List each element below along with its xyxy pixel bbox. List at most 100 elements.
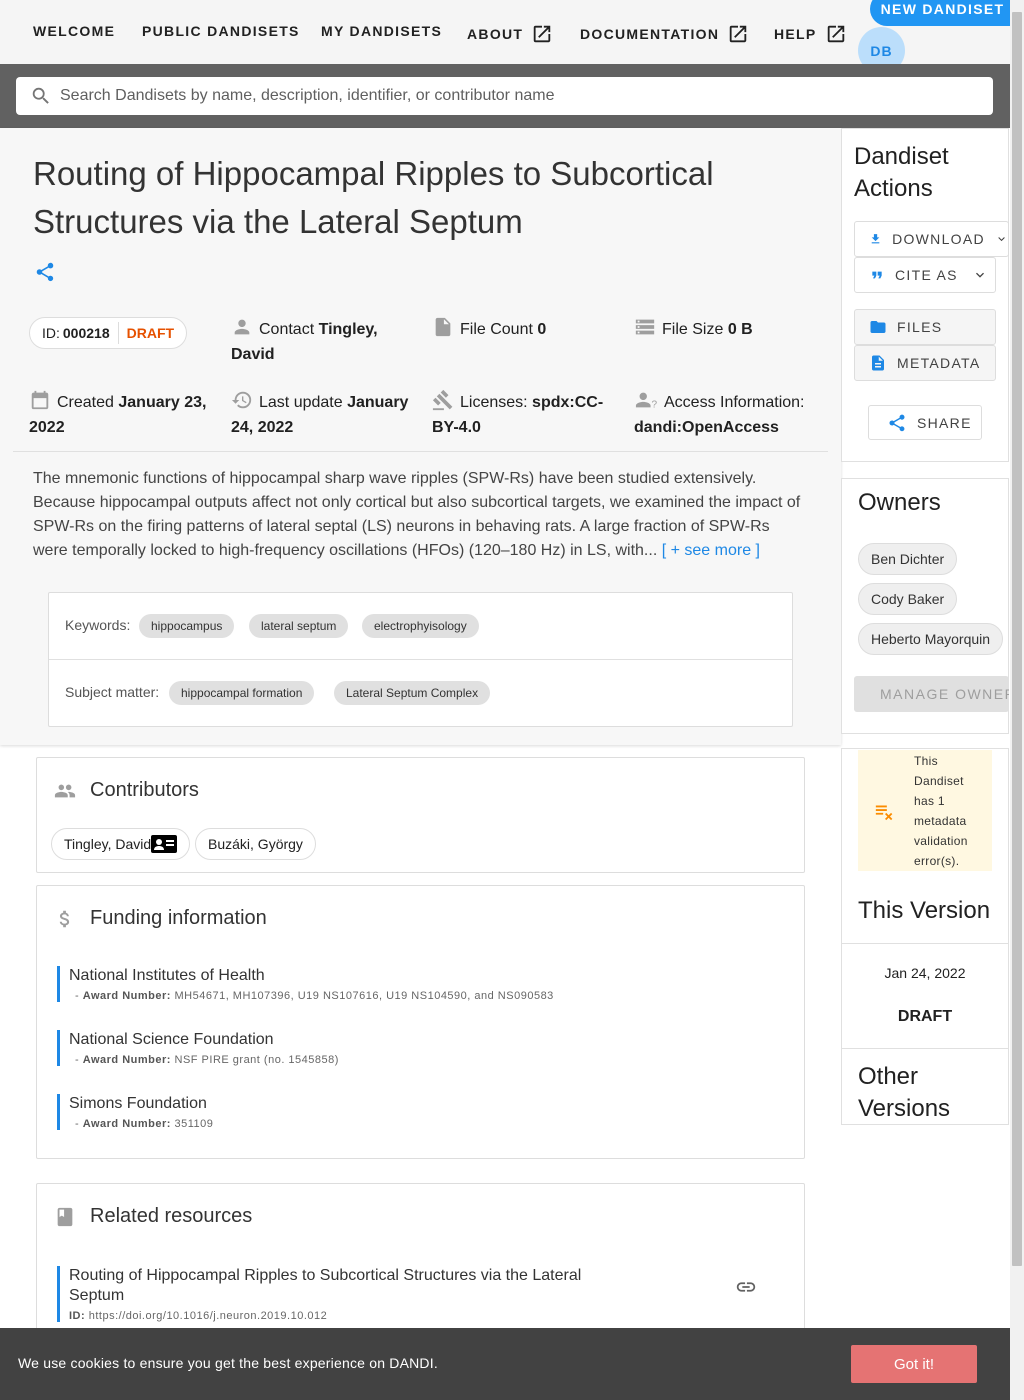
file-count-value: 0 xyxy=(537,321,547,338)
keywords-divider xyxy=(49,659,792,660)
manage-owners-button[interactable]: MANAGE OWNERS xyxy=(854,676,1009,712)
nav-welcome-label: WELCOME xyxy=(33,23,116,39)
chevron-down-icon xyxy=(998,237,1005,242)
person-icon xyxy=(234,319,250,335)
nav-help-label: HELP xyxy=(774,26,817,42)
file-size-info: File Size 0 B xyxy=(634,316,753,342)
subject-chip: Lateral Septum Complex xyxy=(334,681,491,705)
owner-name: Cody Baker xyxy=(871,591,945,607)
cookie-banner: We use cookies to ensure you get the bes… xyxy=(0,1328,1010,1400)
access-value: dandi:OpenAccess xyxy=(634,419,779,436)
nav-public-dandisets[interactable]: PUBLIC DANDISETS xyxy=(142,23,300,39)
access-info: ? Access Information: dandi:OpenAccess xyxy=(634,389,819,440)
contributors-header: Contributors xyxy=(54,779,199,802)
external-link-icon xyxy=(730,25,747,43)
resource-id: https://doi.org/10.1016/j.neuron.2019.10… xyxy=(88,1310,328,1322)
contributors-card: Contributors Tingley, David Buzáki, Györ… xyxy=(36,757,805,873)
award-label: Award Number: xyxy=(82,990,171,1002)
gavel-icon xyxy=(432,389,453,411)
nav-my-dandisets[interactable]: MY DANDISETS xyxy=(321,23,442,39)
svg-text:?: ? xyxy=(652,399,658,410)
nav-about[interactable]: ABOUT xyxy=(467,23,553,45)
created-info: Created January 23, 2022 xyxy=(29,389,214,440)
licenses-label: Licenses: xyxy=(460,394,528,411)
files-label: FILES xyxy=(897,319,943,335)
chevron-down-icon xyxy=(975,272,984,278)
metadata-button[interactable]: METADATA xyxy=(854,345,996,381)
calendar-icon xyxy=(31,390,49,410)
version-status[interactable]: DRAFT xyxy=(842,1008,1008,1026)
resource-id-line: ID: https://doi.org/10.1016/j.neuron.201… xyxy=(69,1310,597,1322)
award-label: Award Number: xyxy=(82,1054,171,1066)
search-box[interactable] xyxy=(16,77,993,115)
share-icon-button[interactable] xyxy=(34,261,56,283)
owner-chip: Ben Dichter xyxy=(858,543,958,575)
cite-as-button[interactable]: CITE AS xyxy=(854,257,996,293)
avatar-initials: DB xyxy=(870,42,893,59)
scrollbar[interactable] xyxy=(1010,0,1024,1400)
award-label: Award Number: xyxy=(82,1118,171,1130)
funding-item: National Science Foundation - Award Numb… xyxy=(57,1030,757,1066)
status-badge: DRAFT xyxy=(126,325,175,341)
book-icon xyxy=(57,1207,73,1226)
funding-item: Simons Foundation - Award Number: 351109 xyxy=(57,1094,757,1130)
owner-name: Heberto Mayorquin xyxy=(871,631,991,647)
storage-icon xyxy=(635,319,655,335)
contact-label: Contact xyxy=(259,321,315,338)
keyword-chip: lateral septum xyxy=(249,614,349,638)
contributor-chip[interactable]: Tingley, David xyxy=(51,828,191,860)
download-button[interactable]: DOWNLOAD xyxy=(854,221,1009,257)
dandiset-id: 000218 xyxy=(62,325,110,341)
cookie-accept-button[interactable]: Got it! xyxy=(851,1345,977,1383)
contributor-chip[interactable]: Buzáki, György xyxy=(195,828,316,860)
nav-welcome[interactable]: WELCOME xyxy=(33,23,115,39)
description: The mnemonic functions of hippocampal sh… xyxy=(33,467,808,563)
new-dandiset-button[interactable]: NEW DANDISET xyxy=(870,0,1015,26)
nav-help[interactable]: HELP xyxy=(774,23,847,45)
new-dandiset-label: NEW DANDISET xyxy=(880,1,1005,17)
dollar-icon xyxy=(59,910,70,927)
created-label: Created xyxy=(57,394,114,411)
quote-icon xyxy=(872,271,882,279)
page-title: Routing of Hippocampal Ripples to Subcor… xyxy=(33,155,714,240)
link-icon[interactable] xyxy=(735,1276,757,1298)
nav-my-label: MY DANDISETS xyxy=(321,23,443,39)
keywords-label: Keywords: xyxy=(65,617,131,633)
other-versions-title: Other Versions xyxy=(858,1063,951,1122)
validation-warning[interactable]: This Dandiset has 1 metadata validation … xyxy=(858,750,992,871)
share-icon xyxy=(36,262,54,282)
subject-matter-label: Subject matter: xyxy=(65,684,160,700)
funding-title: Funding information xyxy=(90,907,267,929)
contributor-name: Tingley, David xyxy=(64,836,152,852)
funding-header: Funding information xyxy=(54,907,267,930)
scrollbar-thumb[interactable] xyxy=(1012,12,1022,1266)
cite-label: CITE AS xyxy=(895,267,958,283)
award-number: MH54671, MH107396, U19 NS107616, U19 NS1… xyxy=(174,990,554,1002)
share-label: SHARE xyxy=(917,414,972,431)
resource-name: Routing of Hippocampal Ripples to Subcor… xyxy=(69,1267,582,1304)
keyword-chip: hippocampus xyxy=(139,614,235,638)
search-strip xyxy=(0,64,1010,128)
dandiset-id-chip: ID: 000218 DRAFT xyxy=(29,317,188,349)
funder-name: Simons Foundation xyxy=(69,1095,207,1112)
created-value: January 23, 2022 xyxy=(29,394,207,436)
files-button[interactable]: FILES xyxy=(854,309,996,345)
share-icon xyxy=(889,414,905,431)
metadata-label: METADATA xyxy=(897,355,981,371)
resources-title: Related resources xyxy=(90,1205,253,1227)
download-icon xyxy=(871,234,880,244)
file-count-label: File Count xyxy=(460,321,533,338)
share-button[interactable]: SHARE xyxy=(868,405,982,440)
see-more-link[interactable]: [ + see more ] xyxy=(662,542,760,559)
actions-title: Dandiset Actions xyxy=(854,143,949,202)
award-line: - Award Number: 351109 xyxy=(75,1118,214,1130)
nav-documentation[interactable]: DOCUMENTATION xyxy=(580,23,749,45)
search-icon xyxy=(32,87,49,104)
resources-header: Related resources xyxy=(54,1205,252,1228)
nav-documentation-label: DOCUMENTATION xyxy=(580,26,720,42)
cookie-message: We use cookies to ensure you get the bes… xyxy=(18,1355,438,1371)
playlist-remove-icon xyxy=(875,805,893,820)
search-input[interactable] xyxy=(60,87,960,105)
nav-about-label: ABOUT xyxy=(467,26,524,42)
keyword-chip: electrophyisology xyxy=(362,614,479,638)
